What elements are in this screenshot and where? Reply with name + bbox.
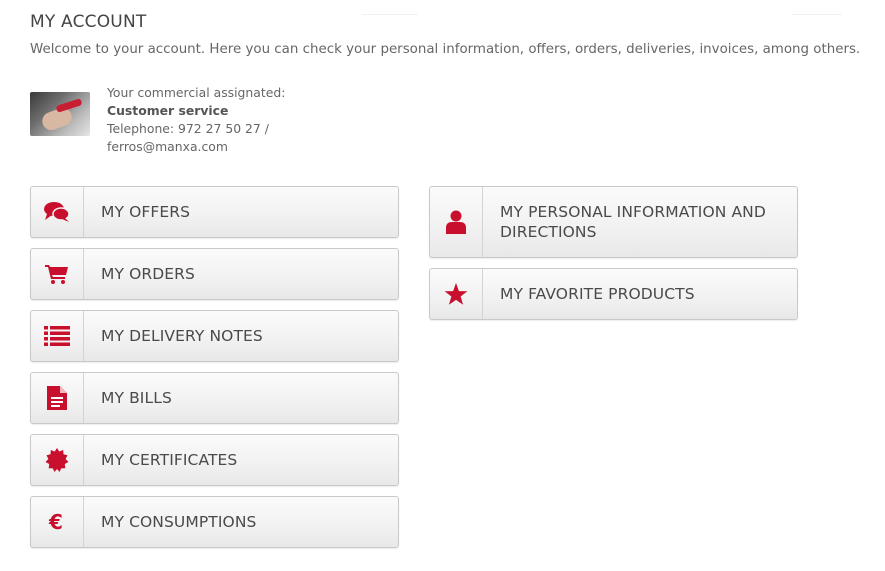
- top-divider: [362, 14, 418, 15]
- button-label: MY ORDERS: [101, 265, 195, 283]
- my-bills-button[interactable]: MY BILLS: [30, 372, 399, 424]
- commercial-name: Customer service: [107, 103, 229, 118]
- account-page: MY ACCOUNT Welcome to your account. Here…: [0, 0, 885, 571]
- welcome-text: Welcome to your account. Here you can ch…: [30, 42, 861, 57]
- contact-details: Your commercial assignated: Customer ser…: [107, 84, 285, 156]
- button-label: MY CONSUMPTIONS: [101, 513, 257, 531]
- star-icon: [430, 269, 483, 319]
- document-icon: [31, 373, 84, 423]
- account-menu-right: MY PERSONAL INFORMATION AND DIRECTIONS M…: [429, 186, 798, 330]
- commercial-telephone: Telephone: 972 27 50 27 /: [107, 121, 269, 136]
- euro-icon: €: [31, 497, 84, 547]
- my-consumptions-button[interactable]: € MY CONSUMPTIONS: [30, 496, 399, 548]
- account-menu-left: MY OFFERS MY ORDERS MY DELIVERY NOTES MY…: [30, 186, 399, 558]
- certificate-icon: [31, 435, 84, 485]
- my-certificates-button[interactable]: MY CERTIFICATES: [30, 434, 399, 486]
- svg-text:€: €: [48, 511, 63, 533]
- my-favorite-products-button[interactable]: MY FAVORITE PRODUCTS: [429, 268, 798, 320]
- shopping-cart-icon: [31, 249, 84, 299]
- avatar: [30, 92, 90, 136]
- button-label: MY BILLS: [101, 389, 172, 407]
- button-label: MY DELIVERY NOTES: [101, 327, 263, 345]
- commercial-contact: Your commercial assignated: Customer ser…: [30, 84, 285, 156]
- my-delivery-notes-button[interactable]: MY DELIVERY NOTES: [30, 310, 399, 362]
- my-offers-button[interactable]: MY OFFERS: [30, 186, 399, 238]
- button-label: MY CERTIFICATES: [101, 451, 238, 469]
- list-icon: [31, 311, 84, 361]
- button-label: MY FAVORITE PRODUCTS: [500, 285, 695, 303]
- comments-icon: [31, 187, 84, 237]
- my-orders-button[interactable]: MY ORDERS: [30, 248, 399, 300]
- user-icon: [430, 187, 483, 257]
- my-personal-information-button[interactable]: MY PERSONAL INFORMATION AND DIRECTIONS: [429, 186, 798, 258]
- button-label: MY PERSONAL INFORMATION AND DIRECTIONS: [500, 203, 766, 241]
- button-label: MY OFFERS: [101, 203, 191, 221]
- top-divider: [792, 14, 842, 15]
- page-title: MY ACCOUNT: [30, 12, 147, 32]
- commercial-email[interactable]: ferros@manxa.com: [107, 138, 285, 156]
- commercial-heading: Your commercial assignated:: [107, 85, 286, 100]
